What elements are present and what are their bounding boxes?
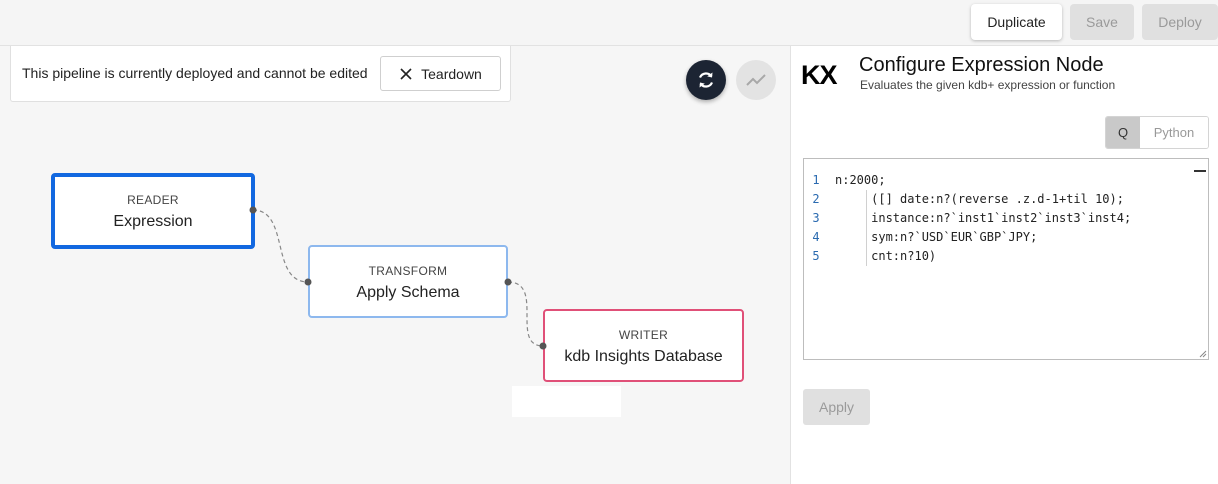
line-number: 5: [812, 249, 820, 263]
code-line[interactable]: instance:n?`inst1`inst2`inst3`inst4;: [835, 209, 1131, 228]
save-button[interactable]: Save: [1070, 4, 1134, 40]
line-number: 2: [812, 192, 820, 206]
line-number: 4: [812, 230, 820, 244]
language-q-option[interactable]: Q: [1106, 117, 1140, 148]
apply-button[interactable]: Apply: [803, 389, 870, 425]
line-number: 1: [812, 173, 820, 187]
node-ports: [249, 206, 547, 350]
port-writer-in[interactable]: [539, 342, 547, 350]
config-panel: KX Configure Expression Node Evaluates t…: [790, 46, 1218, 484]
language-toggle[interactable]: Q Python: [1105, 116, 1209, 149]
panel-subtitle: Evaluates the given kdb+ expression or f…: [860, 78, 1116, 92]
code-line[interactable]: sym:n?`USD`EUR`GBP`JPY;: [835, 228, 1131, 247]
port-transform-in[interactable]: [304, 278, 312, 286]
code-line[interactable]: cnt:n?10): [835, 247, 1131, 266]
code-line[interactable]: ([] date:n?(reverse .z.d-1+til 10);: [835, 190, 1131, 209]
port-transform-out[interactable]: [504, 278, 512, 286]
panel-title: Configure Expression Node: [859, 54, 1104, 76]
language-python-option[interactable]: Python: [1140, 117, 1208, 148]
line-number-gutter: 1 2 3 4 5: [804, 171, 828, 266]
top-toolbar: Duplicate Save Deploy: [0, 0, 1218, 46]
line-number: 3: [812, 211, 820, 225]
port-reader-out[interactable]: [249, 206, 257, 214]
code-editor[interactable]: 1 2 3 4 5 n:2000; ([] date:n?(reverse .z…: [803, 158, 1209, 360]
code-line[interactable]: n:2000;: [835, 171, 1131, 190]
pipeline-canvas[interactable]: This pipeline is currently deployed and …: [0, 46, 790, 484]
blank-overlay: [512, 386, 621, 417]
deploy-button[interactable]: Deploy: [1142, 4, 1218, 40]
resize-handle-icon[interactable]: [1199, 350, 1207, 358]
kx-logo: KX: [801, 60, 838, 90]
editor-cursor: [1194, 170, 1206, 186]
code-content[interactable]: n:2000; ([] date:n?(reverse .z.d-1+til 1…: [835, 171, 1131, 266]
duplicate-button[interactable]: Duplicate: [971, 4, 1062, 40]
